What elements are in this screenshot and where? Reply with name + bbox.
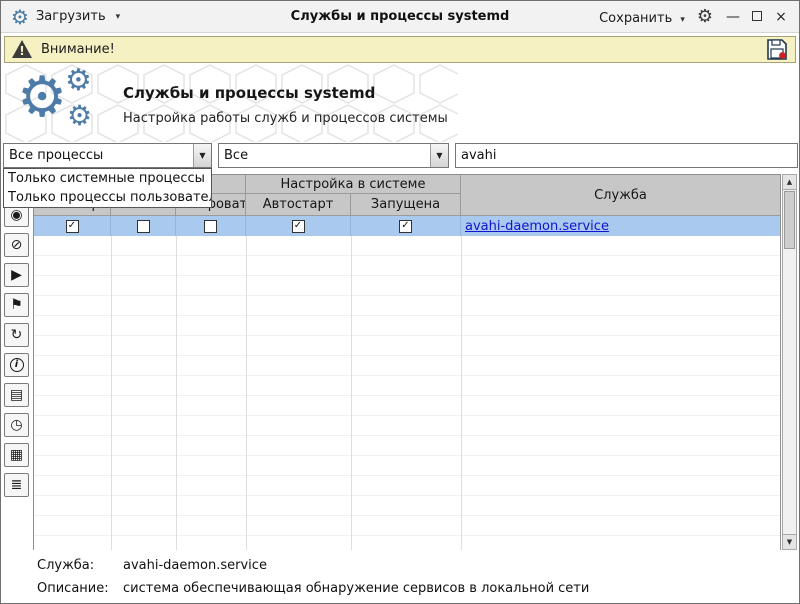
scroll-down-icon: ▼ (787, 538, 792, 546)
svg-text:!: ! (19, 44, 24, 58)
status-flag-button[interactable]: ⚑ (4, 293, 29, 317)
save-journal-icon[interactable] (765, 38, 789, 61)
close-button[interactable]: × (773, 10, 789, 24)
column-divider (351, 236, 352, 550)
cell-system-autostart: ✓ (246, 216, 351, 236)
stop-icon: ◉ (10, 208, 22, 222)
window-title: Службы и процессы systemd (291, 9, 510, 24)
service-value: avahi-daemon.service (123, 558, 267, 573)
cell-service-name: avahi-daemon.service (461, 216, 780, 236)
journal-icon: ▦ (10, 448, 23, 462)
page-title: Службы и процессы systemd (123, 84, 375, 102)
state-filter-combobox[interactable]: Все ▼ (218, 143, 449, 168)
maximize-button[interactable] (749, 10, 765, 24)
process-filter-value: Все процессы (4, 144, 193, 167)
flag-icon: ⚑ (10, 298, 23, 312)
cell-running: ✓ (351, 216, 461, 236)
process-filter-dropdown-button[interactable]: ▼ (193, 144, 211, 167)
cell-session-autostart: ✓ (34, 216, 111, 236)
disable-button[interactable]: ⊘ (4, 233, 29, 257)
refresh-button[interactable]: ↻ (4, 323, 29, 347)
table-row-selected[interactable]: ✓ ✓ ✓ avahi-daemon.service (34, 216, 780, 236)
document-icon: ▤ (10, 388, 23, 402)
column-group-system[interactable]: Настройка в системе (246, 175, 461, 194)
logo-gear-icon: ⚙ (67, 102, 92, 130)
app-window: ⚙ Загрузить ▾ Службы и процессы systemd … (0, 0, 800, 604)
services-table: Настройка в сессии Настройка в системе С… (33, 174, 781, 550)
column-divider (111, 236, 112, 550)
column-header-service[interactable]: Служба (461, 175, 780, 215)
chevron-down-icon: ▼ (199, 151, 205, 160)
history-button[interactable]: ◷ (4, 413, 29, 437)
column-header-running[interactable]: Запущена (351, 194, 461, 215)
warning-text: Внимание! (41, 42, 115, 57)
details-panel: Служба: avahi-daemon.service Описание: с… (3, 553, 797, 601)
unit-file-button[interactable]: ▤ (4, 383, 29, 407)
load-button-label[interactable]: Загрузить (36, 9, 106, 24)
column-divider (246, 236, 247, 550)
minimize-button[interactable]: — (725, 10, 741, 24)
process-filter-dropdown-list: Только системные процессы Только процесс… (3, 168, 212, 208)
scroll-down-button[interactable]: ▼ (783, 534, 796, 549)
checkbox-system-autostart[interactable]: ✓ (292, 220, 305, 233)
cell-session-autostop (111, 216, 176, 236)
warning-triangle-icon: ! (11, 39, 33, 60)
refresh-icon: ↻ (11, 328, 23, 342)
logo-gear-icon: ⚙ (17, 70, 67, 126)
checkbox-session-autostop[interactable] (137, 220, 150, 233)
dropdown-option-system-processes[interactable]: Только системные процессы (4, 169, 211, 188)
load-menu[interactable]: ⚙ Загрузить ▾ (11, 7, 120, 27)
scroll-up-icon: ▲ (787, 178, 792, 186)
save-menu[interactable]: Сохранить ▾ (599, 7, 685, 26)
save-button-label[interactable]: Сохранить (599, 11, 672, 26)
vertical-scrollbar[interactable]: ▲ ▼ (782, 174, 797, 550)
table-empty-area (34, 236, 780, 550)
start-button[interactable]: ▶ (4, 263, 29, 287)
banner: ⚙ ⚙ ⚙ Службы и процессы systemd Настройк… (3, 64, 797, 142)
chevron-down-icon: ▾ (680, 15, 685, 25)
settings-gear-icon[interactable]: ⚙ (697, 8, 713, 26)
checkbox-session-block[interactable] (204, 220, 217, 233)
column-divider (176, 236, 177, 550)
state-filter-dropdown-button[interactable]: ▼ (430, 144, 448, 167)
dropdown-option-user-processes[interactable]: Только процессы пользователя (4, 188, 211, 207)
dependency-list-button[interactable]: ≣ (4, 473, 29, 497)
warning-bar: ! Внимание! (4, 36, 796, 63)
disable-icon: ⊘ (11, 238, 23, 252)
column-divider (461, 236, 462, 550)
search-input[interactable] (455, 143, 798, 168)
app-gear-icon: ⚙ (11, 7, 29, 27)
process-filter-combobox[interactable]: Все процессы ▼ (3, 143, 212, 168)
chevron-down-icon: ▼ (436, 151, 442, 160)
maximize-icon (752, 11, 762, 21)
column-header-system-autostart[interactable]: Автостарт (246, 194, 351, 215)
play-icon: ▶ (11, 268, 22, 282)
checkbox-session-autostart[interactable]: ✓ (66, 220, 79, 233)
list-icon: ≣ (11, 478, 23, 492)
window-controls: — × (725, 10, 789, 24)
scroll-up-button[interactable]: ▲ (783, 175, 796, 190)
scrollbar-thumb[interactable] (784, 191, 795, 249)
cell-session-block (176, 216, 246, 236)
state-filter-value: Все (219, 144, 430, 167)
service-link[interactable]: avahi-daemon.service (465, 219, 609, 234)
page-subtitle: Настройка работы служб и процессов систе… (123, 111, 448, 126)
description-value: система обеспечивающая обнаружение серви… (123, 581, 589, 596)
chevron-down-icon: ▾ (116, 12, 121, 22)
logo-gear-icon: ⚙ (65, 66, 92, 96)
checkbox-running[interactable]: ✓ (399, 220, 412, 233)
journal-button[interactable]: ▦ (4, 443, 29, 467)
clock-document-icon: ◷ (10, 418, 22, 432)
titlebar: ⚙ Загрузить ▾ Службы и процессы systemd … (1, 1, 799, 33)
description-label: Описание: (37, 581, 109, 596)
side-toolbar: ◉ ⊘ ▶ ⚑ ↻ i ▤ ◷ ▦ ≣ (4, 203, 31, 497)
info-button[interactable]: i (4, 353, 29, 377)
info-icon: i (10, 358, 24, 372)
service-label: Служба: (37, 558, 94, 573)
